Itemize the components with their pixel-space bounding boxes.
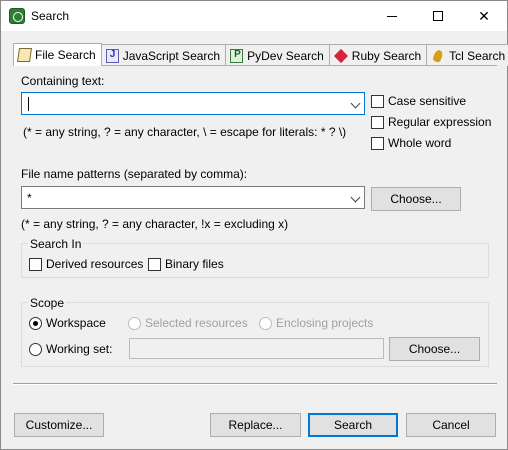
- enclosing-projects-radio[interactable]: Enclosing projects: [259, 316, 373, 330]
- checkbox-label: Regular expression: [388, 115, 492, 129]
- chevron-down-icon[interactable]: [352, 100, 360, 108]
- customize-button[interactable]: Customize...: [14, 413, 104, 437]
- file-patterns-hint: (* = any string, ? = any character, !x =…: [21, 217, 289, 231]
- search-tabs: File Search JavaScript Search PyDev Sear…: [13, 43, 508, 66]
- search-button[interactable]: Search: [308, 413, 398, 437]
- text-caret: [28, 97, 29, 111]
- search-dialog: Search ✕ File Search JavaScript Search P…: [0, 0, 508, 450]
- app-icon: [9, 8, 25, 24]
- choose-working-set-button[interactable]: Choose...: [389, 337, 480, 361]
- radio-dot: [128, 316, 141, 330]
- whole-word-checkbox[interactable]: Whole word: [371, 136, 451, 150]
- tab-label: File Search: [35, 48, 96, 62]
- checkbox-box: [29, 257, 42, 271]
- minimize-button[interactable]: [369, 1, 415, 31]
- radio-dot: [29, 342, 42, 356]
- workspace-radio[interactable]: Workspace: [29, 316, 106, 330]
- scope-title: Scope: [28, 296, 67, 310]
- replace-button[interactable]: Replace...: [210, 413, 301, 437]
- tab-label: Ruby Search: [351, 48, 422, 63]
- separator: [13, 383, 497, 385]
- file-patterns-label: File name patterns (separated by comma):: [21, 167, 248, 181]
- checkbox-box: [371, 94, 384, 108]
- checkbox-label: Binary files: [165, 257, 224, 271]
- working-set-radio[interactable]: Working set:: [29, 342, 112, 356]
- tab-label: Tcl Search: [449, 48, 506, 63]
- checkbox-box: [148, 257, 161, 271]
- containing-text-input[interactable]: [21, 92, 365, 115]
- radio-dot: [259, 316, 272, 330]
- case-sensitive-checkbox[interactable]: Case sensitive: [371, 94, 466, 108]
- working-set-field[interactable]: [129, 338, 384, 359]
- tab-tcl-search[interactable]: Tcl Search: [426, 44, 508, 66]
- javascript-search-icon: [105, 48, 119, 63]
- file-patterns-input[interactable]: *: [21, 186, 365, 209]
- radio-dot: [29, 316, 42, 330]
- tab-file-search[interactable]: File Search: [13, 43, 102, 66]
- derived-resources-checkbox[interactable]: Derived resources: [29, 257, 143, 271]
- cancel-button[interactable]: Cancel: [406, 413, 496, 437]
- tab-javascript-search[interactable]: JavaScript Search: [100, 44, 227, 66]
- checkbox-label: Derived resources: [46, 257, 144, 271]
- radio-label: Selected resources: [145, 316, 248, 330]
- close-button[interactable]: ✕: [461, 1, 507, 31]
- file-patterns-value: *: [27, 191, 32, 205]
- minimize-icon: [387, 15, 397, 17]
- choose-patterns-button[interactable]: Choose...: [371, 187, 461, 211]
- containing-text-label: Containing text:: [21, 74, 105, 88]
- checkbox-box: [371, 136, 384, 150]
- close-icon: ✕: [478, 7, 490, 24]
- pydev-search-icon: [230, 48, 244, 63]
- file-search-icon: [17, 48, 32, 62]
- maximize-icon: [433, 11, 443, 21]
- selected-resources-radio[interactable]: Selected resources: [128, 316, 248, 330]
- window-title: Search: [31, 9, 70, 23]
- regular-expression-checkbox[interactable]: Regular expression: [371, 115, 491, 129]
- maximize-button[interactable]: [415, 1, 461, 31]
- chevron-down-icon[interactable]: [352, 194, 360, 202]
- containing-text-hint: (* = any string, ? = any character, \ = …: [23, 125, 347, 139]
- tcl-search-icon: [431, 49, 445, 63]
- tab-label: PyDev Search: [247, 48, 324, 63]
- radio-label: Workspace: [46, 316, 106, 330]
- checkbox-box: [371, 115, 384, 129]
- search-in-title: Search In: [28, 237, 84, 251]
- ruby-search-icon: [334, 49, 348, 63]
- binary-files-checkbox[interactable]: Binary files: [148, 257, 224, 271]
- radio-label: Working set:: [46, 342, 113, 356]
- checkbox-label: Case sensitive: [388, 94, 467, 108]
- title-bar: Search ✕: [1, 1, 507, 31]
- checkbox-label: Whole word: [388, 136, 452, 150]
- radio-label: Enclosing projects: [276, 316, 374, 330]
- tab-label: JavaScript Search: [122, 48, 221, 63]
- tab-pydev-search[interactable]: PyDev Search: [225, 44, 330, 66]
- tab-ruby-search[interactable]: Ruby Search: [328, 44, 428, 66]
